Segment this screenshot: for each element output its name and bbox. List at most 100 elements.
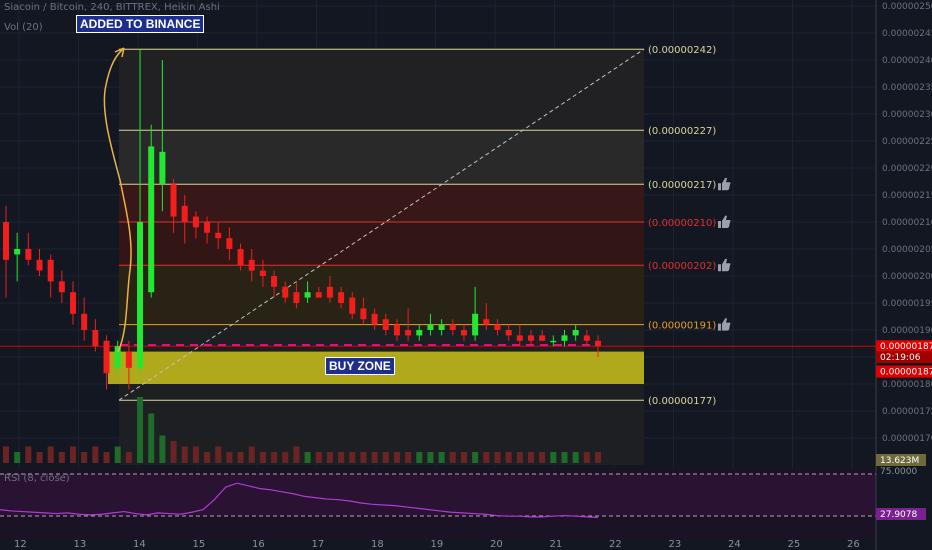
volume-bar — [382, 452, 389, 463]
price-tick-label: 0.00000225 — [882, 137, 932, 147]
candle-body — [148, 146, 155, 293]
buy-zone-label: BUY ZONE — [325, 357, 395, 375]
candle-body — [248, 259, 255, 271]
volume-bar — [293, 446, 300, 463]
time-tick-label: 17 — [312, 539, 325, 550]
volume-bar — [315, 452, 322, 463]
time-tick-label: 25 — [788, 539, 801, 550]
volume-bar — [259, 452, 266, 463]
candle-body — [326, 286, 333, 298]
volume-bar — [282, 452, 289, 463]
candle-body — [460, 330, 467, 336]
rsi-upper-value: 75.0000 — [880, 467, 917, 477]
price-tick-label: 0.00000240 — [882, 56, 932, 66]
candle-body — [539, 335, 546, 341]
candle-body — [315, 292, 322, 298]
candle-body — [70, 292, 77, 314]
volume-bar — [114, 446, 121, 463]
candle-body — [81, 313, 88, 330]
price-tick-label: 0.00000190 — [882, 326, 932, 336]
candle-body — [416, 330, 423, 336]
time-tick-label: 21 — [550, 539, 563, 550]
time-tick-label: 23 — [669, 539, 682, 550]
time-tick-label: 12 — [14, 539, 27, 550]
price-tick-label: 0.00000195 — [882, 299, 932, 309]
price-labels: 0.0000018702:19:060.00000187 — [876, 340, 932, 378]
volume-bar — [460, 452, 467, 463]
time-tick-label: 14 — [133, 539, 146, 550]
price-label-text: 0.00000187 — [880, 368, 932, 378]
candle-body — [382, 319, 389, 330]
price-tick-label: 0.00000220 — [882, 164, 932, 174]
price-tick-label: 0.00000215 — [882, 191, 932, 201]
price-tick-label: 0.00000200 — [882, 272, 932, 282]
volume-bar — [405, 452, 412, 463]
volume-bar — [304, 452, 311, 463]
volume-bar — [326, 452, 333, 463]
fib-zone — [119, 222, 644, 266]
candle-body — [25, 249, 32, 260]
fib-label: (0.00000210) — [648, 218, 716, 229]
fib-label: (0.00000227) — [648, 126, 716, 137]
volume-bar — [516, 452, 523, 463]
candle-body — [561, 335, 568, 341]
candle-body — [47, 259, 54, 282]
price-chart[interactable]: (0.00000242) (0.00000227) (0.00000217) (0.0… — [0, 0, 932, 550]
candle-body — [494, 324, 501, 330]
candle-body — [125, 351, 132, 368]
volume-bar — [237, 452, 244, 463]
volume-label: 13.623M — [876, 454, 926, 466]
candle-body — [103, 340, 110, 374]
time-tick-label: 19 — [431, 539, 444, 550]
candle-body — [226, 238, 233, 249]
volume-bar — [360, 452, 367, 463]
candle-body — [405, 330, 412, 336]
volume-bar — [215, 446, 222, 463]
volume-bar — [181, 446, 188, 463]
price-tick-label: 0.00000205 — [882, 245, 932, 255]
volume-bar — [148, 413, 155, 463]
volume-bar — [81, 452, 88, 463]
candle-body — [595, 340, 601, 347]
fib-zone — [119, 49, 644, 131]
volume-bar — [192, 446, 199, 463]
candle-body — [137, 222, 144, 368]
candle-body — [237, 249, 244, 266]
candle-body — [293, 292, 300, 303]
candle-body — [472, 313, 479, 336]
candle-body — [36, 259, 43, 271]
volume-bar — [427, 452, 434, 463]
volume-title: Vol (20) — [4, 22, 43, 33]
volume-bar — [103, 452, 110, 463]
rsi-current-value: 27.9078 — [880, 510, 917, 520]
candle-body — [159, 151, 166, 185]
volume-bar — [338, 452, 345, 463]
volume-bar — [583, 452, 590, 463]
volume-bar — [595, 452, 601, 463]
volume-bar — [572, 452, 579, 463]
volume-bar — [438, 452, 445, 463]
binance-callout: ADDED TO BINANCE — [76, 15, 205, 33]
time-tick-label: 13 — [74, 539, 87, 550]
candle-body — [282, 286, 289, 298]
volume-bar — [248, 446, 255, 463]
volume-bar — [393, 452, 400, 463]
candle-body — [3, 222, 9, 260]
volume-bar — [36, 452, 43, 463]
candle-body — [427, 324, 434, 330]
candle-body — [583, 335, 590, 341]
price-tick-label: 0.00000245 — [882, 29, 932, 39]
price-tick-label: 0.00000230 — [882, 110, 932, 120]
volume-bar — [527, 452, 534, 463]
volume-bar — [159, 435, 166, 463]
price-tick-label: 0.00000175 — [882, 407, 932, 417]
volume-bar — [483, 452, 490, 463]
volume-bar — [92, 446, 99, 463]
candle-body — [360, 308, 367, 320]
candle-body — [338, 292, 345, 303]
fib-zone — [119, 184, 644, 222]
time-tick-label: 16 — [252, 539, 265, 550]
volume-bar — [371, 452, 378, 463]
price-tick-label: 0.00000170 — [882, 434, 932, 444]
candle-body — [271, 276, 278, 287]
